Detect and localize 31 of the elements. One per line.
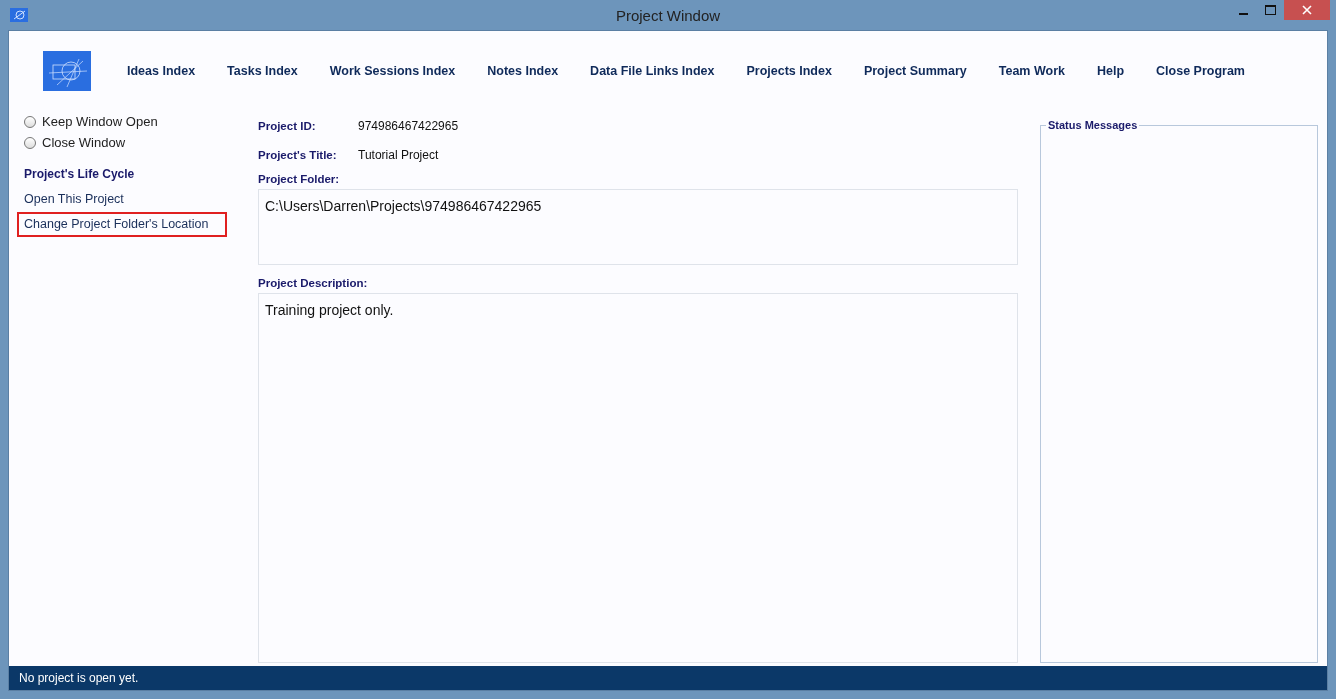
radio-option[interactable]: Close Window <box>19 132 241 153</box>
window-title: Project Window <box>614 6 722 24</box>
status-text: No project is open yet. <box>19 671 139 685</box>
description-field[interactable]: Training project only. <box>258 293 1018 663</box>
action-link[interactable]: Open This Project <box>17 187 227 212</box>
menu-link[interactable]: Team Work <box>998 64 1065 78</box>
section-heading: Project's Life Cycle <box>23 167 136 181</box>
menu-link[interactable]: Tasks Index <box>227 64 298 78</box>
minimize-icon <box>1239 13 1248 15</box>
field-label: Project Folder: <box>258 173 341 185</box>
field-label: Project's Title: <box>258 148 338 161</box>
menu-link[interactable]: Close Program <box>1156 64 1245 78</box>
field-value: 974986467422965 <box>358 118 459 133</box>
menu-link[interactable]: Ideas Index <box>127 64 196 78</box>
menu-link[interactable]: Notes Index <box>487 64 559 78</box>
menu-link[interactable]: Project Summary <box>863 64 967 78</box>
app-icon <box>10 8 28 22</box>
radio-option[interactable]: Keep Window Open <box>19 111 241 132</box>
menu-link[interactable]: Projects Index <box>746 64 832 78</box>
menu-link[interactable]: Work Sessions Index <box>329 64 456 78</box>
field-label: Project Description: <box>258 277 369 289</box>
folder-field[interactable]: C:\Users\Darren\Projects\974986467422965 <box>258 189 1018 265</box>
close-icon <box>1302 5 1312 15</box>
menu-link[interactable]: Data File Links Index <box>590 64 715 78</box>
menu-link[interactable]: Help <box>1096 64 1125 78</box>
logo-icon <box>43 51 91 91</box>
panel-title: Status Messages <box>1046 119 1140 131</box>
maximize-icon <box>1265 5 1276 15</box>
action-link[interactable]: Change Project Folder's Location <box>17 212 227 237</box>
field-label: Project ID: <box>258 119 317 132</box>
field-value: Tutorial Project <box>358 147 439 162</box>
